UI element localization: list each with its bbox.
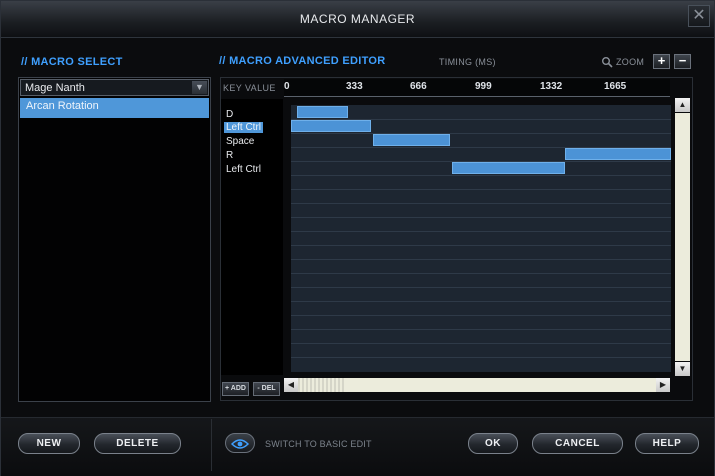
timeline-block-d[interactable]	[297, 106, 348, 118]
timeline-block-space[interactable]	[373, 134, 450, 146]
horizontal-scroll-thumb[interactable]	[298, 378, 346, 392]
window-title: MACRO MANAGER	[299, 12, 416, 26]
key-row-label[interactable]: Space	[226, 136, 254, 147]
ruler-tick: 1665	[604, 81, 627, 92]
timing-ruler: 0 333 666 999 1332 1665	[284, 79, 670, 97]
title-bar: MACRO MANAGER ✕	[1, 1, 714, 38]
timeline-block-left-ctrl[interactable]	[291, 120, 371, 132]
grid-line	[291, 329, 671, 330]
grid-line	[291, 231, 671, 232]
eye-icon	[230, 437, 250, 449]
scroll-right-icon[interactable]: ▶	[656, 378, 670, 392]
cancel-button[interactable]: CANCEL	[532, 433, 623, 454]
zoom-search-icon	[601, 55, 613, 68]
key-row-label[interactable]: Left Ctrl	[226, 164, 261, 175]
help-button[interactable]: HELP	[635, 433, 699, 454]
ruler-tick: 1332	[540, 81, 563, 92]
delete-macro-button[interactable]: DELETE	[94, 433, 181, 454]
vertical-scrollbar[interactable]: ▲ ▼	[674, 97, 691, 377]
delete-key-button[interactable]: - DEL	[253, 382, 280, 396]
close-button[interactable]: ✕	[688, 5, 710, 27]
grid-line	[291, 287, 671, 288]
grid-line	[291, 133, 671, 134]
grid-line	[291, 273, 671, 274]
vertical-scroll-track[interactable]	[675, 113, 690, 361]
horizontal-scroll-track[interactable]	[298, 378, 656, 392]
advanced-editor-heading: // MACRO ADVANCED EDITOR	[219, 55, 386, 67]
ruler-tick: 999	[475, 81, 492, 92]
macro-item-label: Arcan Rotation	[26, 100, 99, 112]
timeline-block-r[interactable]	[565, 148, 671, 160]
scroll-down-icon[interactable]: ▼	[675, 362, 690, 376]
zoom-out-button[interactable]: −	[674, 54, 691, 69]
ruler-divider	[284, 96, 670, 97]
footer-divider	[211, 419, 212, 471]
grid-line	[291, 245, 671, 246]
grid-line	[291, 175, 671, 176]
grid-line	[291, 259, 671, 260]
horizontal-scrollbar[interactable]: ◀ ▶	[284, 377, 671, 393]
key-row-label-selected[interactable]: Left Ctrl	[224, 122, 264, 133]
timeline-block-left-ctrl-2[interactable]	[452, 162, 565, 174]
grid-line	[291, 343, 671, 344]
grid-line	[291, 217, 671, 218]
scroll-left-icon[interactable]: ◀	[284, 378, 298, 392]
macro-list-panel: Mage Nanth ▼ Arcan Rotation	[18, 77, 211, 402]
grid-line	[291, 357, 671, 358]
macro-group-dropdown[interactable]: Mage Nanth ▼	[20, 79, 209, 96]
timeline-grid[interactable]	[291, 105, 671, 372]
new-macro-button[interactable]: NEW	[18, 433, 80, 454]
scroll-up-icon[interactable]: ▲	[675, 98, 690, 112]
chevron-down-icon[interactable]: ▼	[192, 81, 207, 94]
ruler-tick: 0	[284, 81, 290, 92]
macro-list-item[interactable]: Arcan Rotation	[20, 98, 209, 118]
key-value-header: KEY VALUE	[223, 83, 276, 93]
grid-line	[291, 203, 671, 204]
grid-line	[291, 301, 671, 302]
key-row-label[interactable]: R	[226, 150, 233, 161]
switch-mode-button[interactable]	[225, 433, 255, 453]
switch-to-basic-label[interactable]: SWITCH TO BASIC EDIT	[265, 439, 372, 449]
zoom-in-button[interactable]: +	[653, 54, 670, 69]
macro-select-heading: // MACRO SELECT	[21, 56, 123, 68]
grid-line	[291, 189, 671, 190]
key-row-label[interactable]: D	[226, 109, 233, 120]
key-value-column: D Left Ctrl Space R Left Ctrl	[221, 99, 283, 375]
ruler-tick: 666	[410, 81, 427, 92]
add-key-button[interactable]: + ADD	[222, 382, 249, 396]
ok-button[interactable]: OK	[468, 433, 518, 454]
dropdown-value: Mage Nanth	[25, 82, 85, 94]
timing-label: TIMING (MS)	[439, 57, 496, 67]
macro-manager-window: MACRO MANAGER ✕ // MACRO SELECT // MACRO…	[0, 0, 715, 476]
ruler-tick: 333	[346, 81, 363, 92]
zoom-label: ZOOM	[616, 57, 645, 67]
grid-line	[291, 315, 671, 316]
